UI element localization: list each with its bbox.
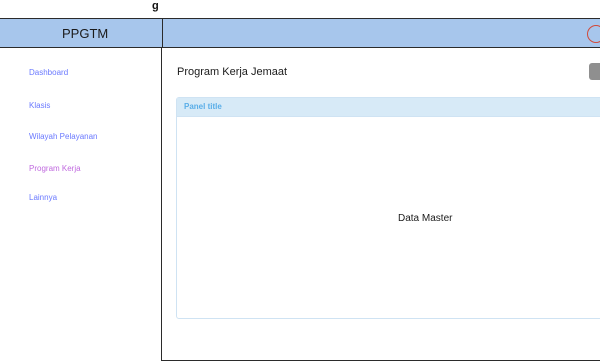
app-header: PPGTM [0,18,600,48]
panel-body-text: Data Master [398,213,453,224]
action-button[interactable] [589,63,600,80]
sidebar: Dashboard Klasis Wilayah Pelayanan Progr… [0,48,162,361]
sidebar-item-program-kerja[interactable]: Program Kerja [29,164,81,173]
panel-header: Panel title [177,98,600,117]
header-divider [162,19,163,47]
sidebar-item-wilayah-pelayanan[interactable]: Wilayah Pelayanan [29,132,97,141]
top-strip-text: g [152,0,159,12]
panel: Panel title Data Master [176,97,600,319]
panel-title: Panel title [184,102,222,111]
sidebar-item-klasis[interactable]: Klasis [29,101,50,110]
top-strip: g [0,0,600,18]
user-circle-icon[interactable] [587,25,600,43]
sidebar-item-lainnya[interactable]: Lainnya [29,193,57,202]
sidebar-item-dashboard[interactable]: Dashboard [29,68,68,77]
page-title: Program Kerja Jemaat [177,66,288,78]
brand-title[interactable]: PPGTM [62,26,108,41]
